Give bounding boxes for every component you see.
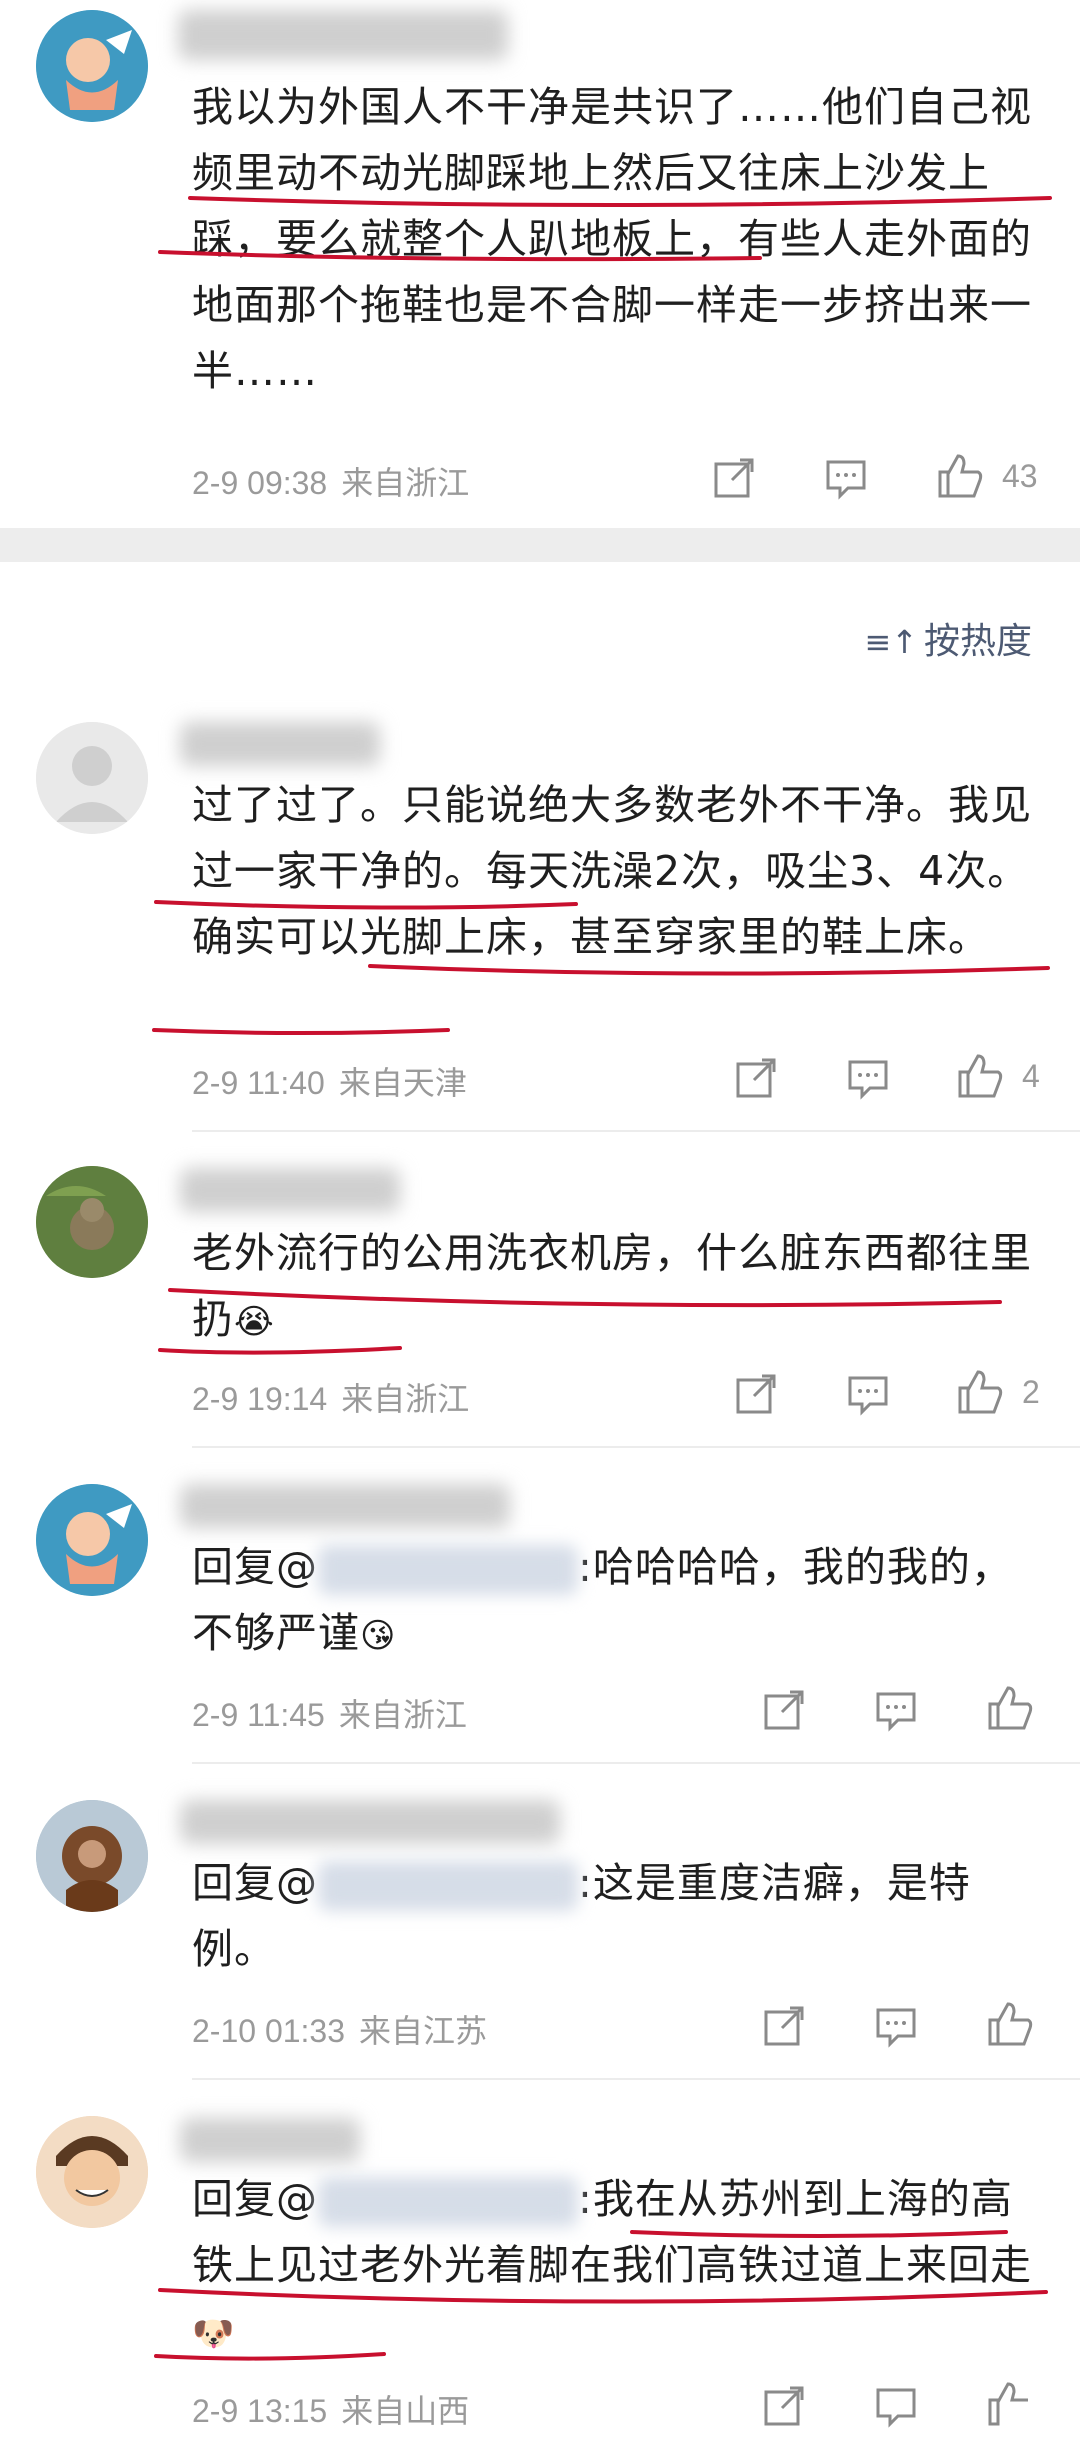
thumbs-up-icon[interactable]	[936, 452, 984, 500]
comment-icon[interactable]	[874, 2004, 918, 2048]
comment-icon[interactable]	[846, 1372, 890, 1416]
comment-icon[interactable]	[874, 1688, 918, 1732]
thumbs-up-icon[interactable]	[986, 1684, 1034, 1732]
share-icon[interactable]	[734, 1372, 778, 1416]
avatar[interactable]	[36, 2116, 148, 2228]
like-count: 4	[1022, 1058, 1040, 1094]
comment-meta: 2-9 19:14 来自浙江	[192, 1374, 469, 1420]
comment-time: 2-9 09:38	[192, 465, 328, 501]
username[interactable]	[180, 1484, 510, 1528]
sort-toggle[interactable]: ≡↑ 按热度	[864, 612, 1032, 664]
comment-text: 回复@:哈哈哈哈，我的我的，不够严谨😘	[192, 1534, 1042, 1669]
share-icon[interactable]	[712, 456, 756, 500]
comment-meta: 2-9 11:40 来自天津	[192, 1058, 467, 1104]
comment-text: 我以为外国人不干净是共识了……他们自己视频里动不动光脚踩地上然后又往床上沙发上踩…	[192, 83, 1032, 395]
comment-meta: 2-9 13:15 来自山西	[192, 2386, 469, 2432]
comment-location: 来自浙江	[338, 1696, 467, 1734]
reply-prefix: 回复@	[192, 1543, 318, 1591]
avatar[interactable]	[36, 722, 148, 834]
avatar[interactable]	[36, 1484, 148, 1596]
comment-icon[interactable]	[874, 2384, 918, 2428]
comment-time: 2-10 01:33	[192, 2013, 346, 2049]
reply-prefix: 回复@	[192, 2175, 318, 2223]
comment-location: 来自天津	[338, 1064, 467, 1102]
comment-meta: 2-10 01:33 来自江苏	[192, 2006, 487, 2052]
section-divider	[0, 528, 1080, 562]
divider	[192, 1762, 1080, 1764]
mention-link[interactable]	[318, 1545, 578, 1595]
avatar[interactable]	[36, 10, 148, 122]
username[interactable]	[180, 1168, 400, 1212]
comment-text: 老外流行的公用洗衣机房，什么脏东西都往里扔😭	[192, 1220, 1042, 1355]
dog-emoji-icon: 🐶	[192, 2314, 236, 2354]
comment-location: 来自江苏	[359, 2012, 488, 2050]
thumbs-up-icon[interactable]	[986, 2380, 1034, 2428]
divider	[192, 1446, 1080, 1448]
comment-meta: 2-9 11:45 来自浙江	[192, 1690, 467, 1736]
comment-location: 来自浙江	[341, 464, 470, 502]
comment-time: 2-9 13:15	[192, 2393, 328, 2429]
thumbs-up-icon[interactable]	[956, 1052, 1004, 1100]
divider	[192, 1130, 1080, 1132]
mention-link[interactable]	[318, 1861, 578, 1911]
username[interactable]	[180, 722, 380, 766]
crying-emoji-icon: 😭	[234, 1302, 275, 1342]
avatar[interactable]	[36, 1166, 148, 1278]
divider	[192, 2078, 1080, 2080]
comment-body: 老外流行的公用洗衣机房，什么脏东西都往里扔	[192, 1229, 1032, 1343]
share-icon[interactable]	[762, 1688, 806, 1732]
like-count: 2	[1022, 1374, 1040, 1410]
sort-icon: ≡↑	[864, 623, 918, 661]
comment-time: 2-9 11:40	[192, 1065, 325, 1101]
comment-location: 来自山西	[341, 2392, 470, 2430]
mention-link[interactable]	[318, 2177, 578, 2227]
comment-text: 过了过了。只能说绝大多数老外不干净。我见过一家干净的。每天洗澡2次，吸尘3、4次…	[192, 781, 1032, 961]
thumbs-up-icon[interactable]	[986, 2000, 1034, 2048]
share-icon[interactable]	[762, 2004, 806, 2048]
comment-time: 2-9 19:14	[192, 1381, 328, 1417]
username[interactable]	[180, 2118, 360, 2162]
comment-text: 回复@:这是重度洁癖，是特例。	[192, 1850, 1042, 1982]
comment-text: 回复@:我在从苏州到上海的高铁上见过老外光着脚在我们高铁过道上来回走🐶	[192, 2166, 1042, 2367]
share-icon[interactable]	[734, 1056, 778, 1100]
comment-time: 2-9 11:45	[192, 1697, 325, 1733]
comment-icon[interactable]	[824, 456, 868, 500]
avatar[interactable]	[36, 1800, 148, 1912]
comment-location: 来自浙江	[341, 1380, 470, 1418]
username[interactable]	[180, 1800, 560, 1844]
username[interactable]	[178, 10, 508, 60]
comment-icon[interactable]	[846, 1056, 890, 1100]
share-icon[interactable]	[762, 2384, 806, 2428]
like-count: 43	[1002, 458, 1038, 494]
underline-stroke	[152, 1028, 450, 1035]
kiss-emoji-icon: 😘	[360, 1616, 397, 1656]
sort-label: 按热度	[923, 621, 1032, 662]
comment-meta: 2-9 09:38 来自浙江	[192, 458, 469, 504]
reply-prefix: 回复@	[192, 1859, 318, 1907]
thumbs-up-icon[interactable]	[956, 1368, 1004, 1416]
